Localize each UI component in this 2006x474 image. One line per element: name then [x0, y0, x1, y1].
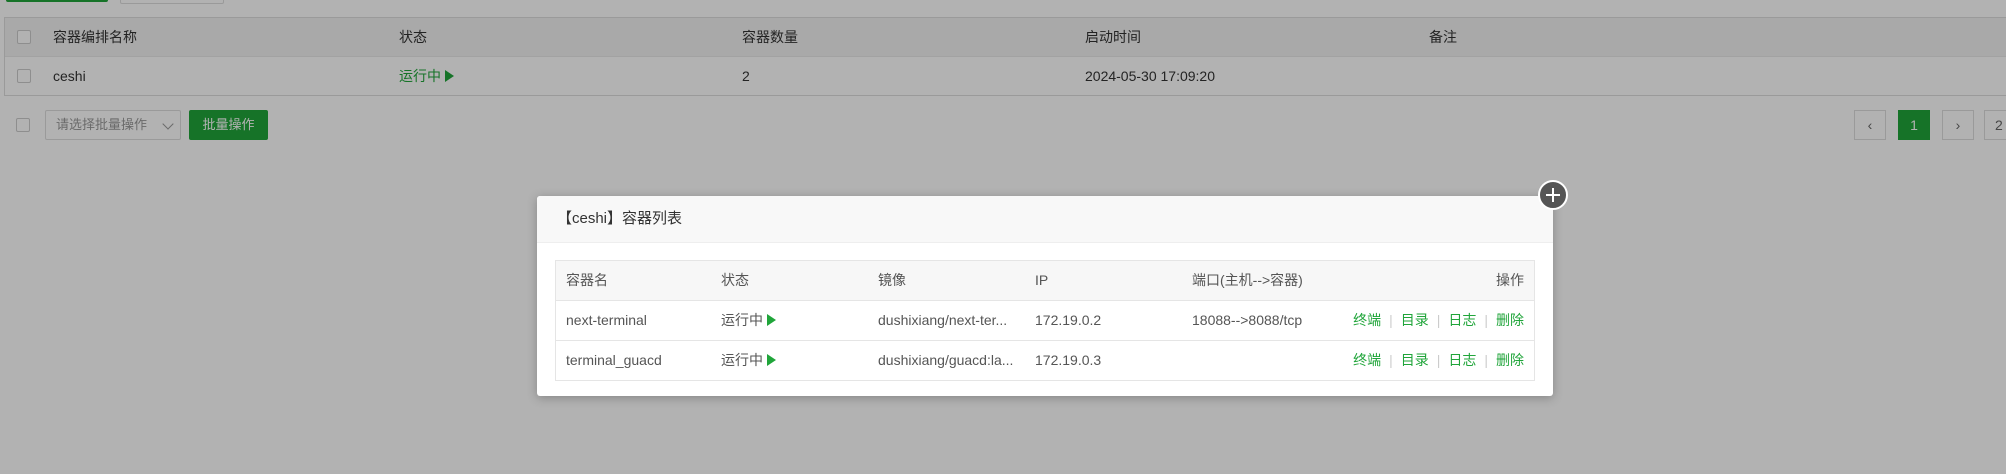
col-header-container-name: 容器名: [566, 272, 608, 288]
col-header-status: 状态: [721, 272, 749, 288]
divider: |: [1484, 312, 1488, 328]
container-ip: 172.19.0.2: [1035, 312, 1102, 328]
terminal-link[interactable]: 终端: [1353, 312, 1381, 328]
modal-title: 【ceshi】容器列表: [557, 210, 683, 227]
table-row: next-terminal 运行中 dushixiang/next-ter...…: [556, 301, 1534, 341]
play-icon: [767, 314, 776, 326]
status-text: 运行中: [721, 312, 763, 328]
delete-link[interactable]: 删除: [1496, 352, 1524, 368]
table-row: terminal_guacd 运行中 dushixiang/guacd:la..…: [556, 341, 1534, 380]
container-image: dushixiang/guacd:la...: [878, 352, 1014, 368]
status-running[interactable]: 运行中: [721, 301, 776, 340]
directory-link[interactable]: 目录: [1401, 312, 1429, 328]
container-list-modal: 【ceshi】容器列表 容器名 状态 镜像 IP 端口(主机-->容器) 操作 …: [537, 180, 1568, 396]
directory-link[interactable]: 目录: [1401, 352, 1429, 368]
container-name: terminal_guacd: [566, 352, 662, 368]
play-icon: [767, 354, 776, 366]
divider: |: [1389, 352, 1393, 368]
container-image: dushixiang/next-ter...: [878, 312, 1008, 328]
divider: |: [1436, 352, 1441, 368]
logs-link[interactable]: 日志: [1448, 312, 1476, 328]
container-ip: 172.19.0.3: [1035, 352, 1102, 368]
row-actions: 终端 | 目录 | 日志 | 删除: [1353, 301, 1524, 340]
col-header-ports: 端口(主机-->容器): [1192, 272, 1303, 288]
col-header-image: 镜像: [878, 272, 906, 288]
close-icon[interactable]: [1538, 180, 1568, 210]
container-table: 容器名 状态 镜像 IP 端口(主机-->容器) 操作 next-termina…: [555, 260, 1535, 381]
divider: |: [1389, 312, 1393, 328]
col-header-actions: 操作: [1496, 272, 1524, 288]
divider: |: [1484, 352, 1488, 368]
container-name: next-terminal: [566, 312, 647, 328]
divider: |: [1436, 312, 1441, 328]
container-ports: 18088-->8088/tcp: [1192, 312, 1303, 328]
status-running[interactable]: 运行中: [721, 341, 776, 380]
logs-link[interactable]: 日志: [1448, 352, 1476, 368]
delete-link[interactable]: 删除: [1496, 312, 1524, 328]
col-header-ip: IP: [1035, 272, 1049, 288]
modal-header: 【ceshi】容器列表: [537, 196, 1553, 243]
status-text: 运行中: [721, 352, 763, 368]
row-actions: 终端 | 目录 | 日志 | 删除: [1353, 341, 1524, 380]
container-table-header: 容器名 状态 镜像 IP 端口(主机-->容器) 操作: [556, 261, 1534, 301]
terminal-link[interactable]: 终端: [1353, 352, 1381, 368]
